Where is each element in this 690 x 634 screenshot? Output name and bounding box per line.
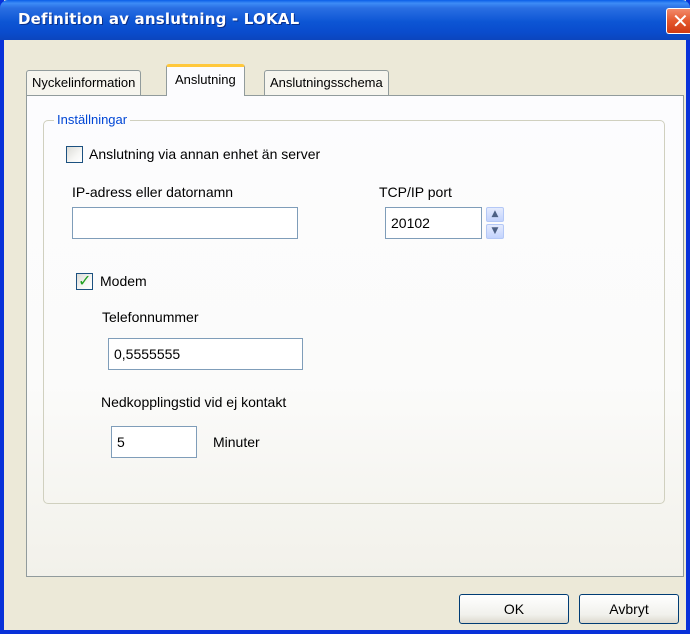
tcp-port-spinner: ▲ ▼ (486, 207, 504, 239)
ip-address-label: IP-adress eller datornamn (72, 184, 234, 200)
settings-group: Inställningar Anslutning via annan enhet… (43, 112, 665, 504)
modem-label: Modem (100, 273, 147, 289)
timeout-input[interactable]: 5 (111, 426, 197, 458)
tab-panel-anslutning: Inställningar Anslutning via annan enhet… (26, 95, 684, 577)
cancel-button[interactable]: Avbryt (579, 594, 679, 624)
ip-address-input[interactable] (72, 207, 298, 239)
tcp-port-input[interactable]: 20102 (385, 207, 482, 239)
title-bar[interactable]: Definition av anslutning - LOKAL ✕ (0, 0, 690, 40)
tab-nyckelinformation[interactable]: Nyckelinformation (26, 70, 142, 96)
timeout-label: Nedkopplingstid vid ej kontakt (101, 394, 287, 410)
timeout-unit-label: Minuter (213, 434, 260, 450)
spin-up-icon[interactable]: ▲ (486, 207, 504, 222)
close-button[interactable]: ✕ (666, 8, 690, 34)
modem-checkbox[interactable]: ✓ (76, 271, 93, 290)
dialog-window: Definition av anslutning - LOKAL ✕ Nycke… (0, 0, 690, 634)
close-icon: ✕ (672, 9, 689, 33)
settings-group-title: Inställningar (54, 112, 131, 128)
via-other-device-checkbox[interactable] (66, 146, 83, 163)
window-title: Definition av anslutning - LOKAL (18, 10, 300, 28)
via-other-device-label: Anslutning via annan enhet än server (89, 146, 321, 162)
phone-number-input[interactable]: 0,5555555 (108, 338, 303, 370)
tab-anslutningsschema[interactable]: Anslutningsschema (264, 70, 389, 96)
phone-number-label: Telefonnummer (102, 309, 199, 325)
tab-anslutning[interactable]: Anslutning (166, 64, 245, 96)
check-icon: ✓ (78, 271, 92, 290)
tcp-port-label: TCP/IP port (379, 184, 452, 200)
ok-button[interactable]: OK (459, 594, 569, 624)
spin-down-icon[interactable]: ▼ (486, 224, 504, 239)
